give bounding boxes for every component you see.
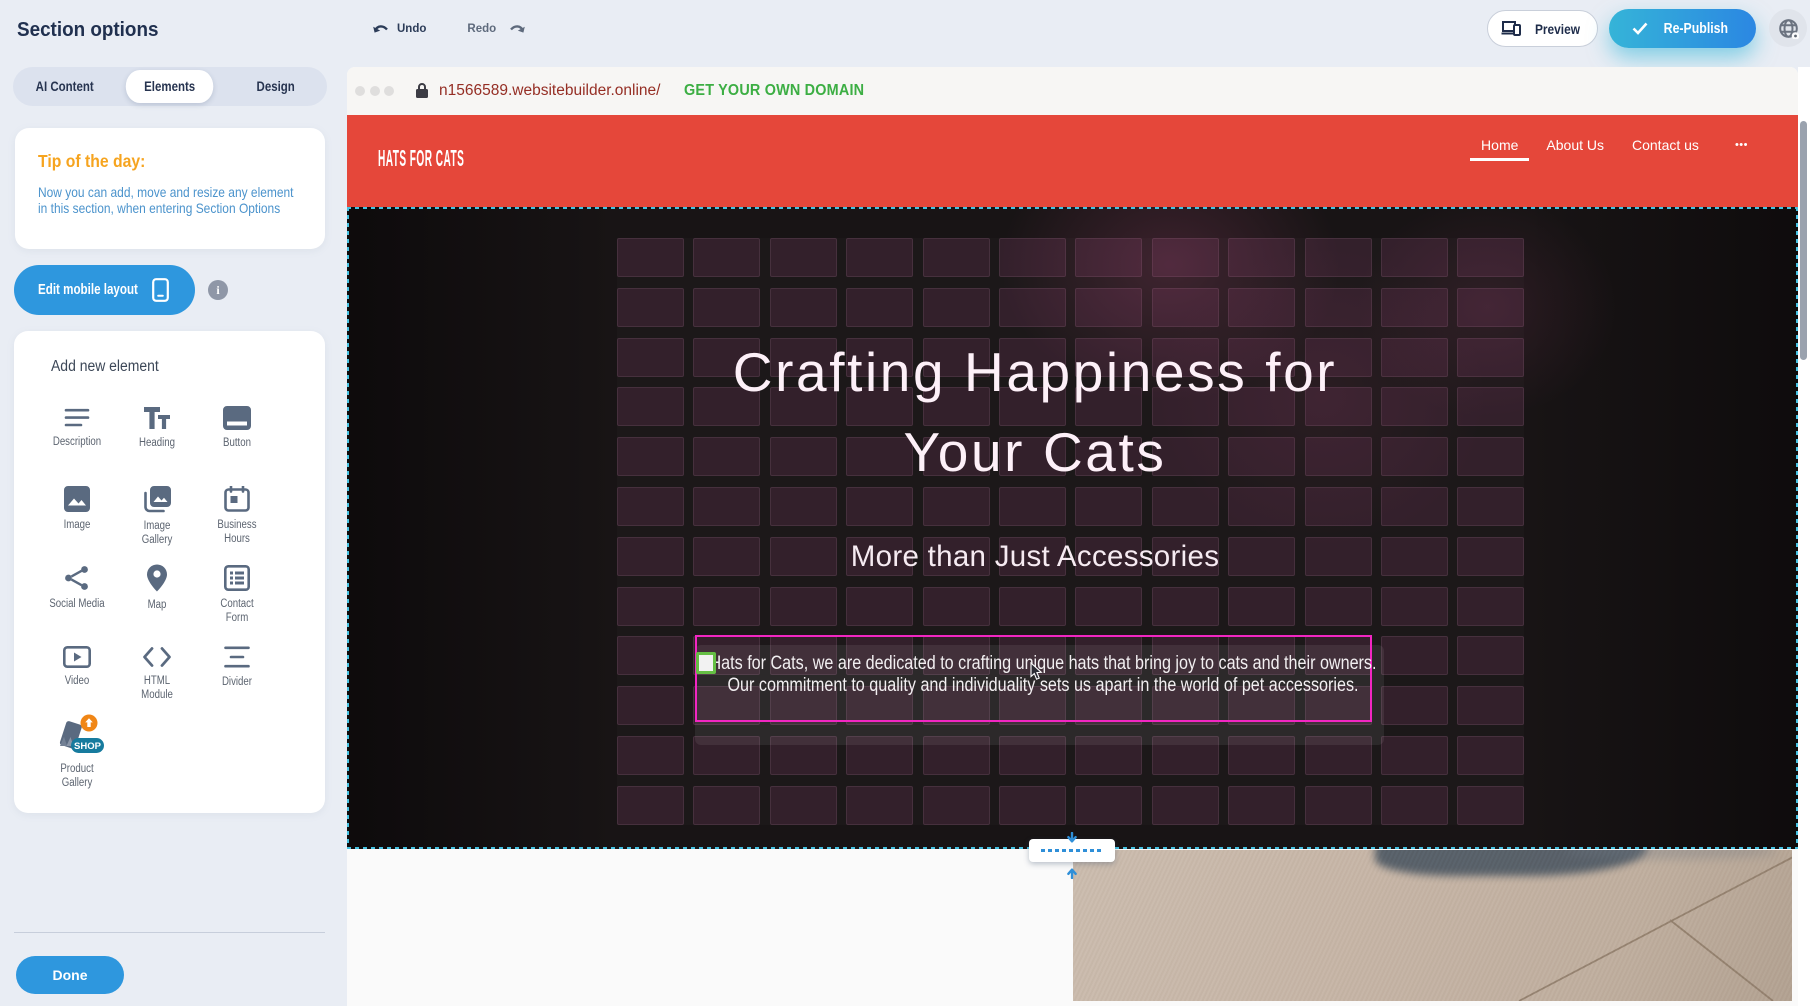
svg-text:SHOP: SHOP (74, 741, 102, 752)
